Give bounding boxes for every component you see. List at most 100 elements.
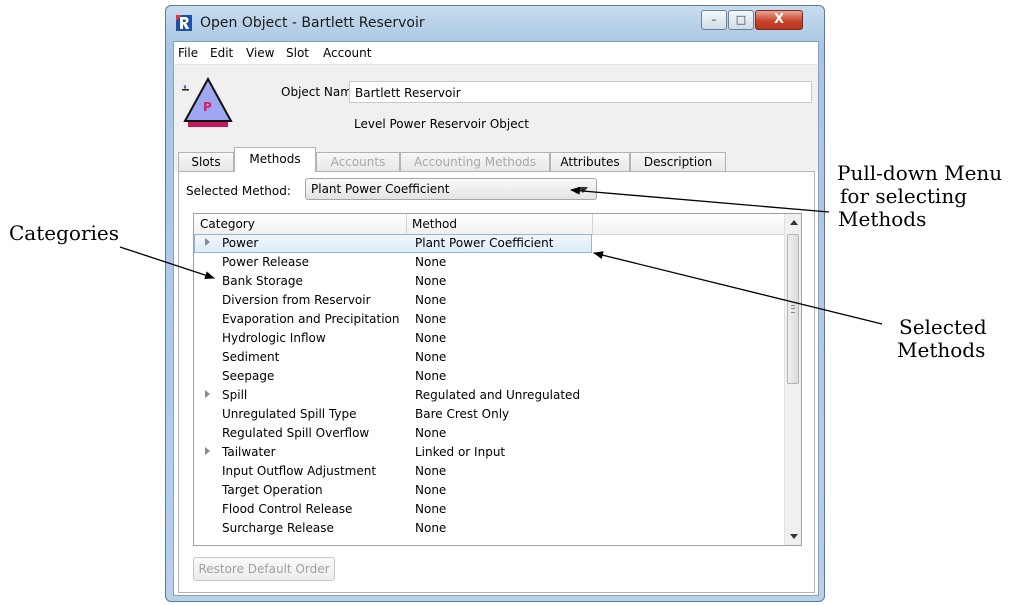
tab-attributes[interactable]: Attributes xyxy=(550,152,630,172)
table-row[interactable]: Bank Storage None xyxy=(194,272,784,291)
row-category: Power Release xyxy=(222,255,309,269)
row-method: None xyxy=(415,274,447,288)
methods-panel: Selected Method: Plant Power Coefficient… xyxy=(178,171,815,593)
selected-method-dropdown[interactable]: Plant Power Coefficient xyxy=(305,178,597,200)
methods-table: Category Method Power Plant Power Coeffic… xyxy=(193,213,802,546)
vertical-scrollbar[interactable] xyxy=(784,214,801,545)
client-area: File Edit View Slot Account P Object Nam… xyxy=(173,41,819,596)
callout-selected-line2: Methods xyxy=(897,338,986,362)
maximize-button[interactable]: □ xyxy=(728,10,754,30)
row-method: None xyxy=(415,426,447,440)
table-row[interactable]: Input Outflow Adjustment None xyxy=(194,462,784,481)
table-row[interactable]: Target Operation None xyxy=(194,481,784,500)
object-header: P Object Name: Bartlett Reservoir Level … xyxy=(174,65,818,147)
expand-arrow-icon[interactable] xyxy=(205,390,210,398)
menu-edit[interactable]: Edit xyxy=(210,46,233,60)
table-row[interactable]: Seepage None xyxy=(194,367,784,386)
row-category: Bank Storage xyxy=(222,274,303,288)
riverware-app-icon xyxy=(176,15,192,31)
restore-default-order-button: Restore Default Order xyxy=(193,557,335,581)
row-method: None xyxy=(415,331,447,345)
row-method: None xyxy=(415,312,447,326)
tab-description[interactable]: Description xyxy=(630,152,726,172)
selected-method-value: Plant Power Coefficient xyxy=(311,182,450,196)
row-category: Power xyxy=(222,236,259,250)
expand-arrow-icon[interactable] xyxy=(205,447,210,455)
menu-file[interactable]: File xyxy=(178,46,198,60)
table-row[interactable]: Tailwater Linked or Input xyxy=(194,443,784,462)
row-category: Surcharge Release xyxy=(222,521,334,535)
tab-accounting-methods: Accounting Methods xyxy=(400,152,550,172)
table-header: Category Method xyxy=(194,214,784,235)
scroll-down-icon[interactable] xyxy=(790,534,798,539)
expand-arrow-icon[interactable] xyxy=(205,238,210,246)
row-method: None xyxy=(415,521,447,535)
table-row[interactable]: Power Release None xyxy=(194,253,784,272)
table-row[interactable]: Flood Control Release None xyxy=(194,500,784,519)
scroll-up-icon[interactable] xyxy=(790,220,798,225)
tab-bar: Slots Methods Accounts Accounting Method… xyxy=(174,147,818,172)
table-row[interactable]: Power Plant Power Coefficient xyxy=(194,234,592,253)
column-divider[interactable] xyxy=(592,214,593,234)
row-method: Plant Power Coefficient xyxy=(415,236,554,250)
table-row[interactable]: Hydrologic Inflow None xyxy=(194,329,784,348)
callout-selected: Selected Methods xyxy=(897,316,987,362)
row-category: Unregulated Spill Type xyxy=(222,407,357,421)
close-button[interactable]: X xyxy=(755,10,803,30)
row-category: Seepage xyxy=(222,369,275,383)
table-row[interactable]: Evaporation and Precipitation None xyxy=(194,310,784,329)
table-row[interactable]: Unregulated Spill Type Bare Crest Only xyxy=(194,405,784,424)
menu-account[interactable]: Account xyxy=(323,46,371,60)
menu-view[interactable]: View xyxy=(246,46,274,60)
column-divider[interactable] xyxy=(406,214,407,234)
icon-letter: P xyxy=(203,100,212,114)
chevron-down-icon xyxy=(578,187,588,193)
object-name-field[interactable]: Bartlett Reservoir xyxy=(349,81,812,103)
row-method: None xyxy=(415,464,447,478)
tab-methods[interactable]: Methods xyxy=(234,147,316,172)
row-method: Bare Crest Only xyxy=(415,407,510,421)
table-row[interactable]: Diversion from Reservoir None xyxy=(194,291,784,310)
callout-pulldown-line1: Pull-down Menu xyxy=(837,161,1003,185)
row-method: None xyxy=(415,369,447,383)
minimize-button[interactable]: – xyxy=(701,10,727,30)
open-object-window: Open Object - Bartlett Reservoir – □ X F… xyxy=(165,5,825,602)
row-category: Input Outflow Adjustment xyxy=(222,464,377,478)
row-category: Diversion from Reservoir xyxy=(222,293,371,307)
row-method: Regulated and Unregulated xyxy=(415,388,581,402)
callout-selected-line1: Selected xyxy=(899,315,987,339)
row-method: None xyxy=(415,483,447,497)
tab-accounts: Accounts xyxy=(316,152,400,172)
row-category: Regulated Spill Overflow xyxy=(222,426,370,440)
column-header-method[interactable]: Method xyxy=(412,217,457,231)
tab-slots[interactable]: Slots xyxy=(178,152,234,172)
menu-bar: File Edit View Slot Account xyxy=(174,42,818,65)
selected-method-label: Selected Method: xyxy=(186,184,291,198)
level-power-reservoir-icon[interactable]: P xyxy=(182,77,234,135)
row-category: Tailwater xyxy=(222,445,276,459)
table-row[interactable]: Regulated Spill Overflow None xyxy=(194,424,784,443)
row-method: None xyxy=(415,293,447,307)
callout-categories: Categories xyxy=(9,221,119,245)
table-row[interactable]: Sediment None xyxy=(194,348,784,367)
row-category: Spill xyxy=(222,388,248,402)
row-method: None xyxy=(415,255,447,269)
table-row[interactable]: Spill Regulated and Unregulated xyxy=(194,386,784,405)
column-header-category[interactable]: Category xyxy=(200,217,255,231)
row-category: Target Operation xyxy=(222,483,323,497)
row-method: None xyxy=(415,350,447,364)
callout-pulldown: Pull-down Menu for selecting Methods xyxy=(837,162,1002,231)
row-category: Flood Control Release xyxy=(222,502,353,516)
menu-slot[interactable]: Slot xyxy=(286,46,309,60)
callout-pulldown-line2: for selecting xyxy=(840,184,968,208)
scrollbar-thumb[interactable] xyxy=(787,234,799,384)
object-type-label: Level Power Reservoir Object xyxy=(354,117,529,131)
table-row[interactable]: Surcharge Release None xyxy=(194,519,784,538)
row-method: Linked or Input xyxy=(415,445,506,459)
grip-icon xyxy=(791,305,795,313)
row-category: Hydrologic Inflow xyxy=(222,331,326,345)
row-category: Sediment xyxy=(222,350,280,364)
row-category: Evaporation and Precipitation xyxy=(222,312,400,326)
window-title: Open Object - Bartlett Reservoir xyxy=(200,15,425,31)
title-bar[interactable]: Open Object - Bartlett Reservoir – □ X xyxy=(166,6,824,40)
